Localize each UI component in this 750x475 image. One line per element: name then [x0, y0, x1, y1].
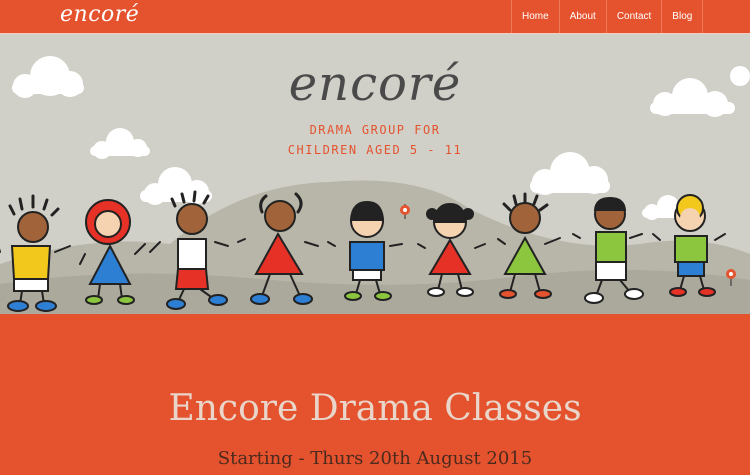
nav-about-link[interactable]: About — [558, 0, 606, 33]
top-navbar: encoré Home About Contact Blog — [0, 0, 750, 34]
tagline-line-2: CHILDREN AGED 5 - 11 — [287, 143, 463, 157]
nav-blog-link[interactable]: Blog — [661, 0, 704, 33]
cloud-icon — [140, 167, 212, 205]
brand-logo[interactable]: encoré — [60, 0, 139, 33]
tagline-line-1: DRAMA GROUP FOR — [309, 123, 441, 137]
nav-home-link[interactable]: Home — [511, 0, 559, 33]
page-subtitle: Starting - Thurs 20th August 2015 — [217, 448, 533, 469]
main-nav: Home About Contact Blog — [511, 0, 704, 33]
hero-tagline: DRAMA GROUP FOR CHILDREN AGED 5 - 11 — [0, 120, 750, 160]
nav-contact-link[interactable]: Contact — [605, 0, 661, 33]
hero-logo: encoré — [288, 56, 462, 112]
page-title: Encore Drama Classes — [168, 388, 582, 429]
hero-banner: encoré DRAMA GROUP FOR CHILDREN AGED 5 -… — [0, 34, 750, 314]
